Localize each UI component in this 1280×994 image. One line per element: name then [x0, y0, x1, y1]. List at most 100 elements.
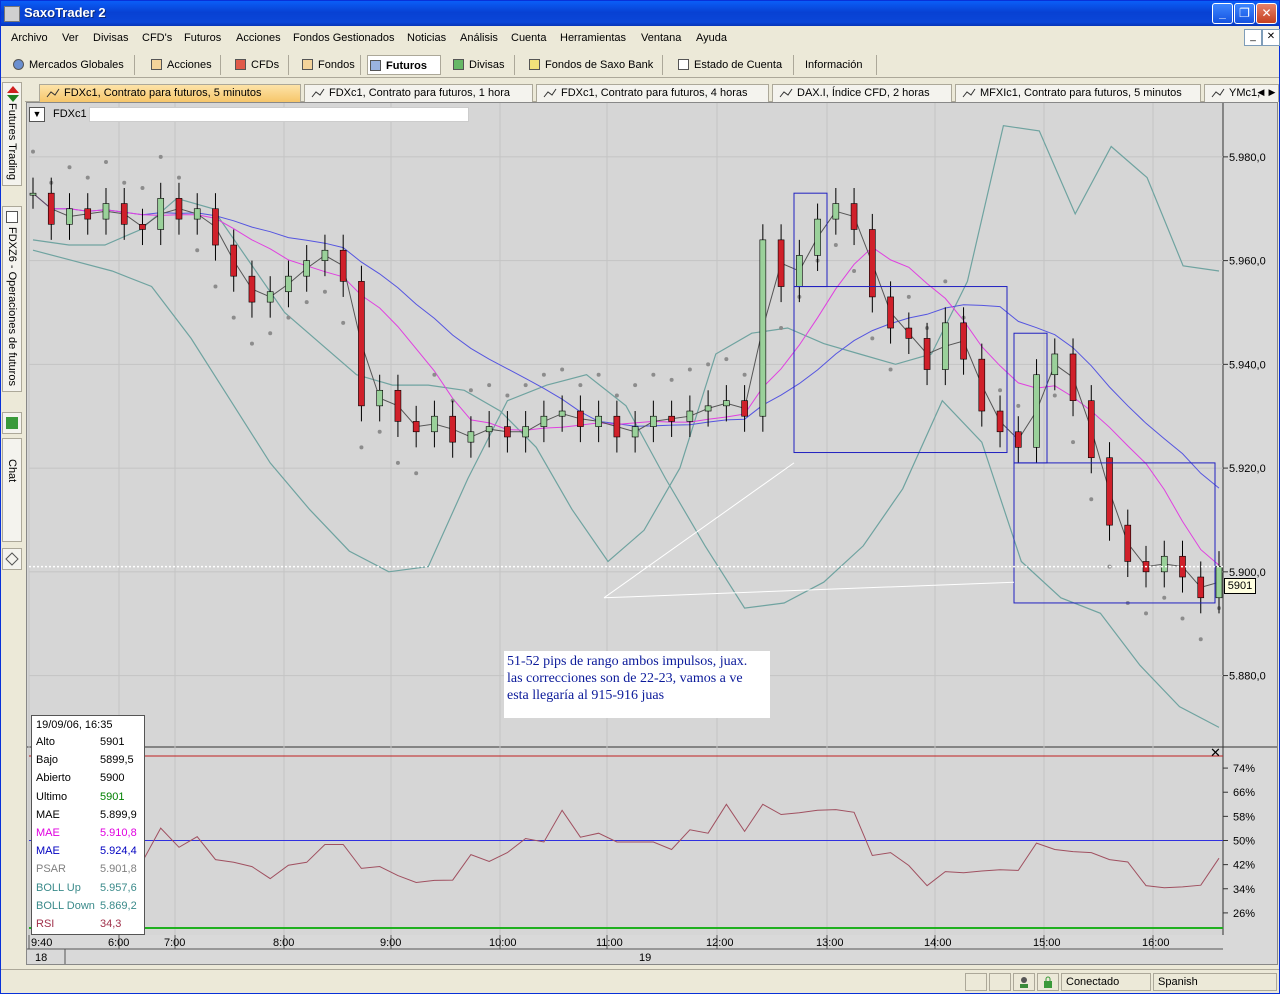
- psar-dot: [1071, 440, 1076, 445]
- window-title: SaxoTrader 2: [24, 5, 106, 20]
- menu-acciones[interactable]: Acciones: [236, 32, 281, 44]
- sidebar-chat[interactable]: Chat: [2, 438, 22, 542]
- menu-ventana[interactable]: Ventana: [641, 32, 681, 44]
- sidebar-tool-1[interactable]: [2, 412, 22, 434]
- toolbar-acciones[interactable]: Acciones: [149, 55, 221, 75]
- data-window-value: 5.869,2: [100, 899, 137, 912]
- rsi-close-icon[interactable]: ✕: [1210, 745, 1221, 761]
- candle-body: [1069, 353, 1077, 401]
- toolbar-cfds[interactable]: CFDs: [233, 55, 289, 75]
- menu-cuenta[interactable]: Cuenta: [511, 32, 546, 44]
- menu-archivo[interactable]: Archivo: [11, 32, 48, 44]
- psar-dot: [341, 320, 346, 325]
- close-button[interactable]: ✕: [1256, 3, 1277, 24]
- data-window-value: 5.901,8: [100, 863, 137, 876]
- tab-dax-2h[interactable]: DAX.I, Índice CFD, 2 horas: [772, 84, 952, 102]
- psar-dot: [1180, 616, 1185, 621]
- toolbar-mercados-globales[interactable]: Mercados Globales: [11, 55, 135, 75]
- toolbar-fondos[interactable]: Fondos: [300, 55, 361, 75]
- menu-analisis[interactable]: Análisis: [460, 32, 498, 44]
- psar-dot: [1162, 595, 1167, 600]
- tab-scroll-left[interactable]: ◀: [1256, 85, 1266, 99]
- candle-body: [321, 249, 329, 261]
- psar-dot: [103, 160, 108, 165]
- data-window-key: MAE: [36, 808, 60, 821]
- psar-dot: [523, 383, 528, 388]
- psar-dot: [1144, 611, 1149, 616]
- minimize-button[interactable]: _: [1212, 3, 1233, 24]
- data-window-value: 5901: [100, 790, 125, 803]
- candle-body: [650, 415, 657, 427]
- y-tick-label: 5.940,0: [1229, 359, 1266, 371]
- menu-fondos-gestionados[interactable]: Fondos Gestionados: [293, 32, 395, 44]
- status-icon-network: [965, 973, 987, 991]
- candle-body: [1087, 400, 1095, 459]
- mdi-close-button[interactable]: ✕: [1262, 29, 1280, 46]
- chart-panel[interactable]: 9:40 6:00 7:00 8:00 9:00 10:00 11:00 12:00 13:00…: [26, 102, 1278, 965]
- data-window-row: MAE 5.899,9: [36, 809, 142, 827]
- y-tick-label: 5.880,0: [1229, 671, 1266, 683]
- sidebar-fdxz6-orders[interactable]: FDXZ6 - Operaciones de futuros: [2, 206, 22, 392]
- status-icon-user: [1013, 973, 1035, 991]
- psar-dot: [633, 383, 638, 388]
- menu-futuros[interactable]: Futuros: [184, 32, 221, 44]
- x-tick-label: 13:00: [816, 937, 844, 949]
- menu-ver[interactable]: Ver: [62, 32, 79, 44]
- data-window-value: 5.910,8: [100, 827, 137, 839]
- annotation-line: las correcciones son de 22-23, vamos a v…: [507, 671, 743, 686]
- tab-mfxic1-5min[interactable]: MFXIc1, Contrato para futuros, 5 minutos: [955, 84, 1201, 102]
- x-tick-label: 8:00: [273, 937, 294, 949]
- candle-body: [376, 389, 383, 407]
- data-window-key: BOLL Up: [36, 881, 81, 894]
- tab-fdxc1-5min[interactable]: FDXc1, Contrato para futuros, 5 minutos: [39, 84, 301, 102]
- sidebar-futures-trading[interactable]: Futures Trading: [2, 82, 22, 186]
- candle-body: [1051, 353, 1059, 376]
- menu-divisas[interactable]: Divisas: [93, 32, 128, 44]
- psar-dot: [377, 429, 382, 434]
- chart-icon: [46, 88, 60, 98]
- data-window-value: 5899,5: [100, 754, 134, 767]
- data-window-row: BOLL Up 5.957,6: [36, 882, 142, 900]
- symbol-input[interactable]: [89, 107, 469, 122]
- sidebar-tool-2[interactable]: [2, 548, 22, 570]
- candle-body: [47, 192, 55, 225]
- data-window-row: Alto 5901: [36, 736, 142, 754]
- tab-scroll-right[interactable]: ▶: [1267, 85, 1277, 99]
- x-tick-label: 9:40: [31, 937, 52, 949]
- psar-dot: [31, 149, 35, 154]
- chart-icon: [962, 88, 976, 98]
- menu-ayuda[interactable]: Ayuda: [696, 32, 727, 44]
- psar-dot: [395, 460, 400, 465]
- trade-arrows-icon: [7, 86, 19, 102]
- toolbar-divisas[interactable]: Divisas: [451, 55, 515, 75]
- candle-body: [449, 415, 456, 443]
- toolbar-informacion[interactable]: Información: [801, 55, 877, 75]
- candle-body: [412, 421, 420, 433]
- toolbar-fondos-saxo-bank[interactable]: Fondos de Saxo Bank: [527, 55, 663, 75]
- date-label: 19: [639, 952, 651, 964]
- candle-body: [942, 322, 949, 370]
- symbol-dropdown-button[interactable]: ▼: [29, 107, 45, 122]
- account-statement-icon: [678, 59, 689, 70]
- x-tick-label: 9:00: [380, 937, 401, 949]
- y-tick-label: 5.920,0: [1229, 463, 1266, 475]
- data-window-key: Bajo: [36, 754, 59, 767]
- status-icon-mail: [989, 973, 1011, 991]
- toolbar-futuros[interactable]: Futuros: [367, 55, 441, 75]
- tab-fdxc1-4h[interactable]: FDXc1, Contrato para futuros, 4 horas: [536, 84, 769, 102]
- mdi-minimize-button[interactable]: _: [1244, 29, 1262, 46]
- candle-body: [777, 239, 785, 287]
- data-window-key: MAE: [36, 845, 60, 858]
- price-chart[interactable]: 9:40 6:00 7:00 8:00 9:00 10:00 11:00 12:00 13:00…: [27, 103, 1277, 964]
- candle-body: [522, 426, 529, 438]
- toolbar-estado-de-cuenta[interactable]: Estado de Cuenta: [676, 55, 794, 75]
- status-bar: Conectado Spanish: [1, 969, 1279, 993]
- menu-noticias[interactable]: Noticias: [407, 32, 446, 44]
- tab-fdxc1-1h[interactable]: FDXc1, Contrato para futuros, 1 hora: [304, 84, 533, 102]
- menu-cfds[interactable]: CFD's: [142, 32, 172, 44]
- stocks-icon: [151, 59, 162, 70]
- maximize-button[interactable]: ❐: [1234, 3, 1255, 24]
- psar-dot: [724, 357, 729, 362]
- rsi-tick-label: 66%: [1233, 787, 1255, 799]
- menu-herramientas[interactable]: Herramientas: [560, 32, 626, 44]
